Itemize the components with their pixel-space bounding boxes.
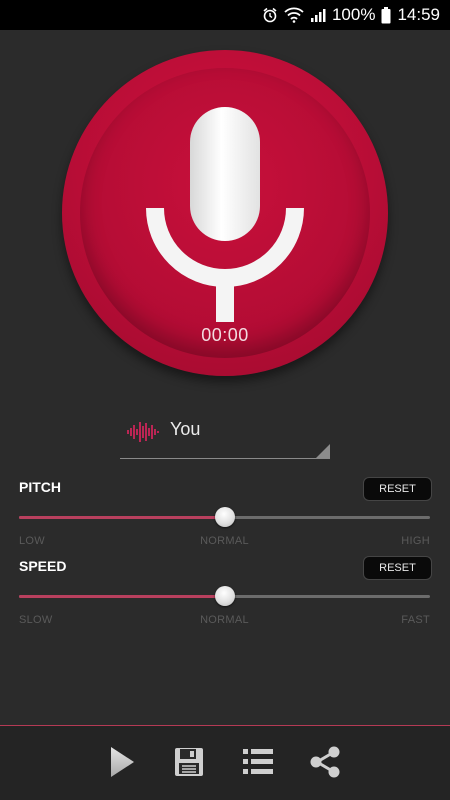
status-icons: 100% 14:59 [262, 0, 440, 30]
save-button[interactable] [169, 742, 209, 782]
speed-slider-thumb[interactable] [214, 586, 235, 606]
speed-scale-normal: NORMAL [200, 614, 249, 626]
pitch-scale-normal: NORMAL [200, 535, 249, 547]
share-button[interactable] [305, 742, 345, 782]
clock: 14:59 [397, 5, 440, 24]
pitch-reset-button[interactable]: RESET [363, 477, 432, 501]
speed-slider[interactable] [19, 585, 430, 609]
speed-reset-button[interactable]: RESET [363, 556, 432, 580]
speed-scale-slow: SLOW [19, 614, 53, 626]
battery-percent: 100% [331, 5, 376, 24]
app-screen: 00:00 You PITCH RESET LOW NORMAL HIGH SP… [0, 30, 450, 800]
share-icon [310, 746, 340, 778]
voice-dropdown[interactable]: You [120, 410, 330, 459]
pitch-slider[interactable] [19, 506, 430, 530]
dropdown-arrow-icon [316, 444, 330, 458]
bottom-toolbar [0, 726, 450, 800]
pitch-label: PITCH [19, 479, 61, 495]
pitch-slider-thumb[interactable] [214, 507, 235, 527]
speed-label: SPEED [19, 558, 67, 574]
timer-display: 00:00 [201, 325, 249, 345]
waveform-icon [127, 422, 159, 442]
pitch-slider-fill [19, 516, 225, 519]
wifi-icon [284, 7, 304, 23]
play-icon [111, 747, 134, 777]
battery-icon [381, 6, 391, 24]
status-bar: 100% 14:59 [0, 0, 450, 30]
signal-icon [310, 7, 326, 23]
recordings-list-button[interactable] [238, 742, 278, 782]
speed-scale-fast: FAST [401, 614, 430, 626]
voice-selected-label: You [170, 419, 201, 439]
list-icon [243, 749, 273, 774]
record-button[interactable]: 00:00 [62, 50, 388, 376]
play-button[interactable] [102, 742, 142, 782]
speed-slider-fill [19, 595, 225, 598]
pitch-scale-low: LOW [19, 535, 45, 547]
save-icon [175, 748, 203, 776]
pitch-scale-high: HIGH [401, 535, 430, 547]
alarm-icon [262, 7, 278, 23]
